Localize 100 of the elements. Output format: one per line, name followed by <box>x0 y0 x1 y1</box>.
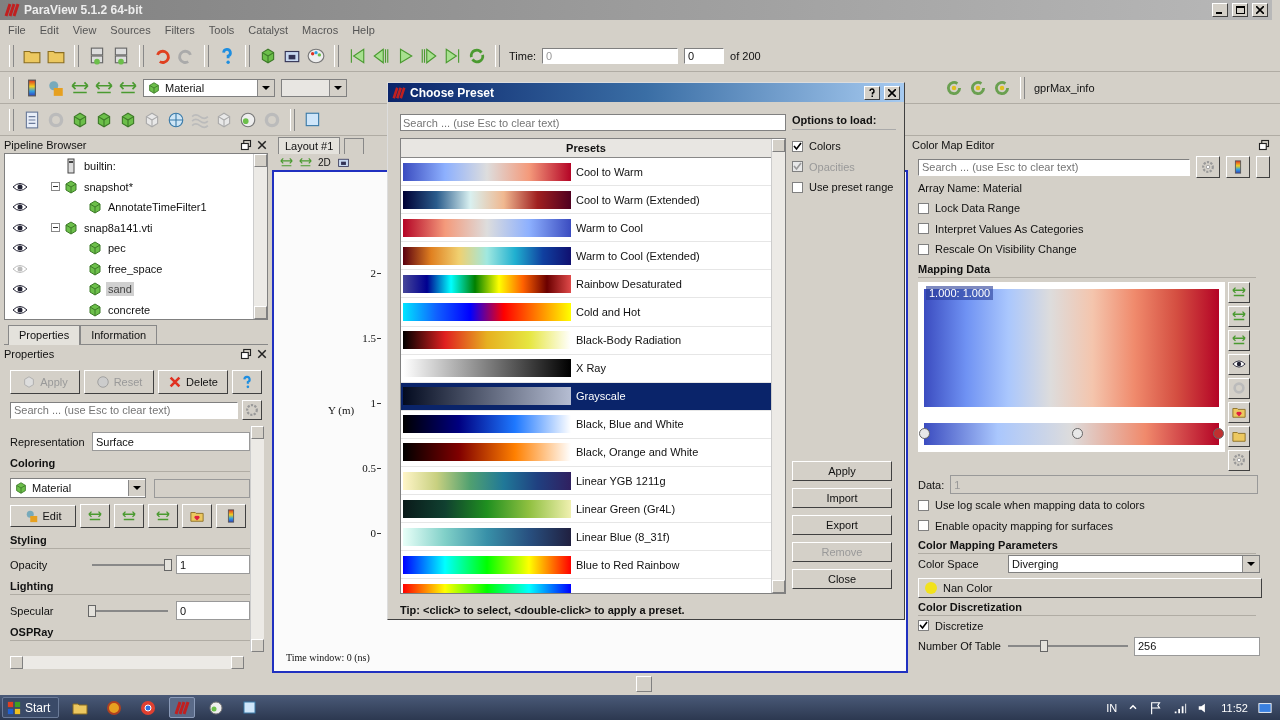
panel-tab[interactable]: Information <box>80 325 158 344</box>
preset-row[interactable]: Cool to Warm (Extended) <box>401 186 771 215</box>
timestep-spinbox[interactable]: 0 <box>684 47 725 64</box>
pipeline-item[interactable]: free_space <box>106 261 165 276</box>
preset-row[interactable]: Cold and Hot <box>401 298 771 327</box>
section-title: Mapping Data <box>918 262 1256 278</box>
axis-tick-label: 1 <box>370 397 376 409</box>
clock: 11:52 <box>1221 701 1248 714</box>
axis-tick-label: 0.5 <box>362 462 376 474</box>
time-label: Time: <box>509 49 537 62</box>
view-tab[interactable]: Layout #1 <box>278 137 341 154</box>
search-field[interactable]: Search ... (use Esc to clear text) <box>10 401 238 419</box>
checkbox-label: Use log scale when mapping data to colors <box>935 499 1145 512</box>
preset-row[interactable]: Black, Orange and White <box>401 438 771 468</box>
preset-row[interactable]: Black, Blue and White <box>401 410 771 439</box>
section-title: Color Mapping Parameters <box>918 539 1256 554</box>
section-title: Color Discretization <box>918 600 1256 616</box>
delete-button[interactable]: Delete <box>158 370 228 394</box>
opacity-field[interactable]: 1 <box>176 555 250 574</box>
search-field[interactable]: Search ... (use Esc to clear text) <box>400 114 786 131</box>
search-field[interactable]: Search ... (use Esc to clear text) <box>918 158 1190 176</box>
column-header[interactable]: Presets <box>401 139 771 158</box>
representation-dropdown[interactable]: Surface <box>92 432 250 451</box>
start-button[interactable]: Start <box>2 697 60 718</box>
preset-row[interactable]: Blue to Red Rainbow <box>401 551 771 580</box>
view-mode-button[interactable]: 2D <box>318 156 331 168</box>
pipeline-item[interactable]: builtin: <box>82 159 118 174</box>
specular-field[interactable]: 0 <box>176 601 250 620</box>
preset-row[interactable]: Linear YGB 1211g <box>401 467 771 496</box>
dialog-button[interactable]: Export <box>792 515 892 535</box>
field-label: Representation <box>10 435 84 448</box>
field-label: Number Of Table <box>918 640 1002 653</box>
menu-item[interactable]: Macros <box>302 24 339 36</box>
caption: Time window: 0 (ns) <box>286 652 371 663</box>
axis-tick-label: 1.5 <box>362 332 376 344</box>
dialog-button[interactable]: Apply <box>792 461 892 481</box>
field-label: Data: <box>918 478 945 491</box>
preset-row[interactable]: Linear Blue (8_31f) <box>401 523 771 552</box>
dialog-button[interactable]: Import <box>792 488 892 508</box>
timestep-total: of 200 <box>730 49 761 62</box>
nan-color-button[interactable]: Nan Color <box>918 577 1262 598</box>
menu-item[interactable]: Edit <box>39 24 59 36</box>
panel-title: Pipeline Browser <box>4 138 88 151</box>
field-label: Specular <box>10 604 55 617</box>
pipeline-item[interactable]: AnnotateTimeFilter1 <box>106 200 209 215</box>
table-values-field[interactable]: 256 <box>1134 636 1260 656</box>
pipeline-item[interactable]: snap8a141.vti <box>82 220 155 235</box>
tip-text: Tip: <click> to select, <double-click> to apply a preset. <box>400 603 686 616</box>
color-array-dropdown[interactable]: Material <box>143 78 275 97</box>
section-title: Coloring <box>10 457 250 472</box>
pipeline-item[interactable]: pec <box>106 241 128 256</box>
preset-row[interactable]: Warm to Cool (Extended) <box>401 242 771 271</box>
coloring-dropdown[interactable]: Material <box>10 478 146 498</box>
view-info-label: gprMax_info <box>1034 81 1096 94</box>
checkbox-label: Opacities <box>809 160 855 173</box>
range-label: 1.000: 1.000 <box>926 285 994 300</box>
panel-title: Color Map Editor <box>912 138 996 151</box>
preset-row[interactable]: Warm to Cool <box>401 214 771 243</box>
color-map-widget[interactable]: 1.000: 1.000 <box>918 281 1225 452</box>
color-space-dropdown[interactable]: Diverging <box>1008 555 1260 574</box>
field-label: Opacity <box>10 558 49 571</box>
dialog-button[interactable]: Close <box>792 569 892 589</box>
field-label: Color Space <box>918 558 980 571</box>
menu-item[interactable]: File <box>8 24 26 36</box>
edit-button[interactable]: Edit <box>10 505 76 527</box>
checkbox-label: Use preset range <box>809 181 894 194</box>
section-title: Styling <box>10 534 250 549</box>
checkbox-label: Discretize <box>935 619 984 632</box>
pipeline-item[interactable]: sand <box>106 282 134 297</box>
checkbox-label: Colors <box>809 140 841 153</box>
preset-row[interactable]: X Ray <box>401 354 771 383</box>
axis-tick-label: 2 <box>370 267 376 279</box>
menu-item[interactable]: Sources <box>110 24 151 36</box>
axis-tick-label: 0 <box>370 527 376 539</box>
panel-tab[interactable]: Properties <box>8 325 81 345</box>
menu-item[interactable]: Catalyst <box>248 24 289 36</box>
checkbox-label: Rescale On Visibility Change <box>935 243 1077 256</box>
preset-row[interactable]: Grayscale <box>401 382 771 411</box>
checkbox-label: Interpret Values As Categories <box>935 222 1084 235</box>
options-title: Options to load: <box>792 114 896 130</box>
pipeline-item[interactable]: concrete <box>106 302 153 317</box>
array-name: Array Name: Material <box>918 181 1022 194</box>
language-indicator[interactable]: IN <box>1106 701 1118 714</box>
section-title: OSPRay <box>10 626 250 641</box>
menu-item[interactable]: Tools <box>208 24 235 36</box>
axis-title: Y (m) <box>328 404 355 416</box>
preset-row[interactable]: Rainbow Desaturated <box>401 270 771 299</box>
dialog-title: Choose Preset <box>410 85 496 100</box>
pipeline-item[interactable]: snapshot* <box>82 179 135 194</box>
section-title: Lighting <box>10 580 250 595</box>
checkbox-label: Lock Data Range <box>935 202 1020 215</box>
checkbox-label: Enable opacity mapping for surfaces <box>935 519 1113 532</box>
panel-title: Properties <box>4 347 56 360</box>
menu-item[interactable]: View <box>72 24 97 36</box>
menu-item[interactable]: Help <box>352 24 375 36</box>
preset-row[interactable]: Black-Body Radiation <box>401 326 771 355</box>
preset-row[interactable]: Cool to Warm <box>401 158 771 187</box>
preset-row[interactable]: Linear Green (Gr4L) <box>401 495 771 524</box>
menu-item[interactable]: Filters <box>164 24 195 36</box>
window-title: ParaView 5.1.2 64-bit <box>24 3 144 17</box>
